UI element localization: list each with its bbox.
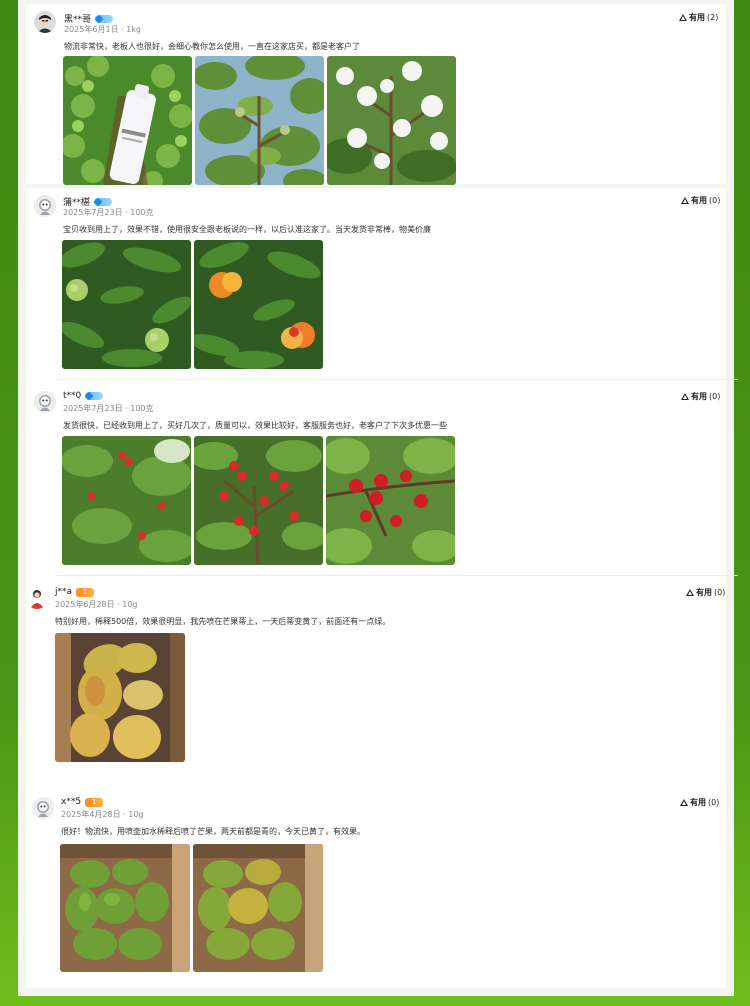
avatar[interactable] [34, 11, 56, 33]
review-meta: 2025年6月1日 · 1kg [64, 25, 141, 34]
helpful-label: 有用 [689, 13, 705, 22]
review-photo[interactable] [63, 56, 192, 185]
review-meta: 2025年7月23日 · 100克 [63, 404, 154, 413]
reviewer-name: j**a [55, 587, 73, 597]
review-text: 特别好用，稀释500倍，效果很明显，我先喷在芒果蒂上，一天后蒂变黄了，前面还有一… [55, 617, 391, 626]
review-photo[interactable] [194, 436, 323, 565]
avatar[interactable] [26, 587, 48, 609]
review-photos [60, 844, 323, 972]
review-photos [62, 240, 323, 369]
thumbs-up-icon [680, 799, 688, 806]
helpful-count: (0) [709, 196, 721, 205]
helpful-count: (2) [707, 13, 719, 22]
thumbs-up-icon [679, 14, 687, 21]
thumbs-up-icon [681, 393, 689, 400]
reviewer-name-row: j**a 1 [55, 587, 95, 597]
helpful-button[interactable]: 有用 (0) [681, 195, 720, 206]
review-photo[interactable] [55, 633, 185, 762]
review-text: 很好！物流快，用喷壶加水稀释后喷了芒果，两天前都是青的，今天已黄了，有效果。 [61, 827, 365, 836]
helpful-button[interactable]: 有用 (0) [686, 587, 725, 598]
helpful-button[interactable]: 有用 (0) [681, 391, 720, 402]
helpful-label: 有用 [691, 196, 707, 205]
review-photo[interactable] [327, 56, 456, 185]
member-badge-icon [95, 14, 114, 23]
review-photos [55, 633, 185, 762]
review-text: 物流非常快，老板人也很好，会细心教你怎么使用，一直在这家店买，都是老客户了 [64, 42, 360, 51]
reviewer-name: t**0 [63, 391, 82, 401]
review-photo[interactable] [193, 844, 323, 972]
review-photos [63, 56, 456, 185]
helpful-count: (0) [708, 798, 720, 807]
level-badge: 1 [76, 587, 95, 597]
thumbs-up-icon [681, 197, 689, 204]
review-meta: 2025年7月23日 · 100克 [63, 208, 154, 217]
helpful-label: 有用 [691, 392, 707, 401]
helpful-count: (0) [709, 392, 721, 401]
member-badge-icon [94, 197, 113, 206]
avatar[interactable] [34, 391, 56, 413]
review-photo[interactable] [326, 436, 455, 565]
helpful-count: (0) [714, 588, 726, 597]
review-photo[interactable] [195, 56, 324, 185]
avatar[interactable] [32, 797, 54, 819]
thumbs-up-icon [686, 589, 694, 596]
helpful-button[interactable]: 有用 (2) [679, 12, 718, 23]
reviewer-name-row: x**5 1 [61, 797, 104, 807]
avatar[interactable] [34, 195, 56, 217]
helpful-label: 有用 [696, 588, 712, 597]
review-photo[interactable] [60, 844, 190, 972]
level-badge: 1 [85, 797, 104, 807]
helpful-button[interactable]: 有用 (0) [680, 797, 719, 808]
reviewer-name-row: t**0 [63, 391, 104, 401]
member-badge-icon [85, 392, 104, 400]
review-photo[interactable] [194, 240, 323, 369]
review-photo[interactable] [62, 436, 191, 565]
reviewer-name: x**5 [61, 797, 82, 807]
review-divider [56, 379, 738, 380]
review-text: 发货很快，已经收到用上了，买好几次了，质量可以，效果比较好，客服服务也好，老客户… [63, 421, 447, 430]
review-divider [56, 575, 738, 576]
review-meta: 2025年4月28日 · 10g [61, 810, 144, 819]
review-meta: 2025年6月28日 · 10g [55, 600, 138, 609]
review-photos [62, 436, 455, 565]
helpful-label: 有用 [690, 798, 706, 807]
review-text: 宝贝收到用上了，效果不错，使用很安全跟老板说的一样，以后认准这家了。当天发货非常… [63, 225, 431, 234]
review-photo[interactable] [62, 240, 191, 369]
